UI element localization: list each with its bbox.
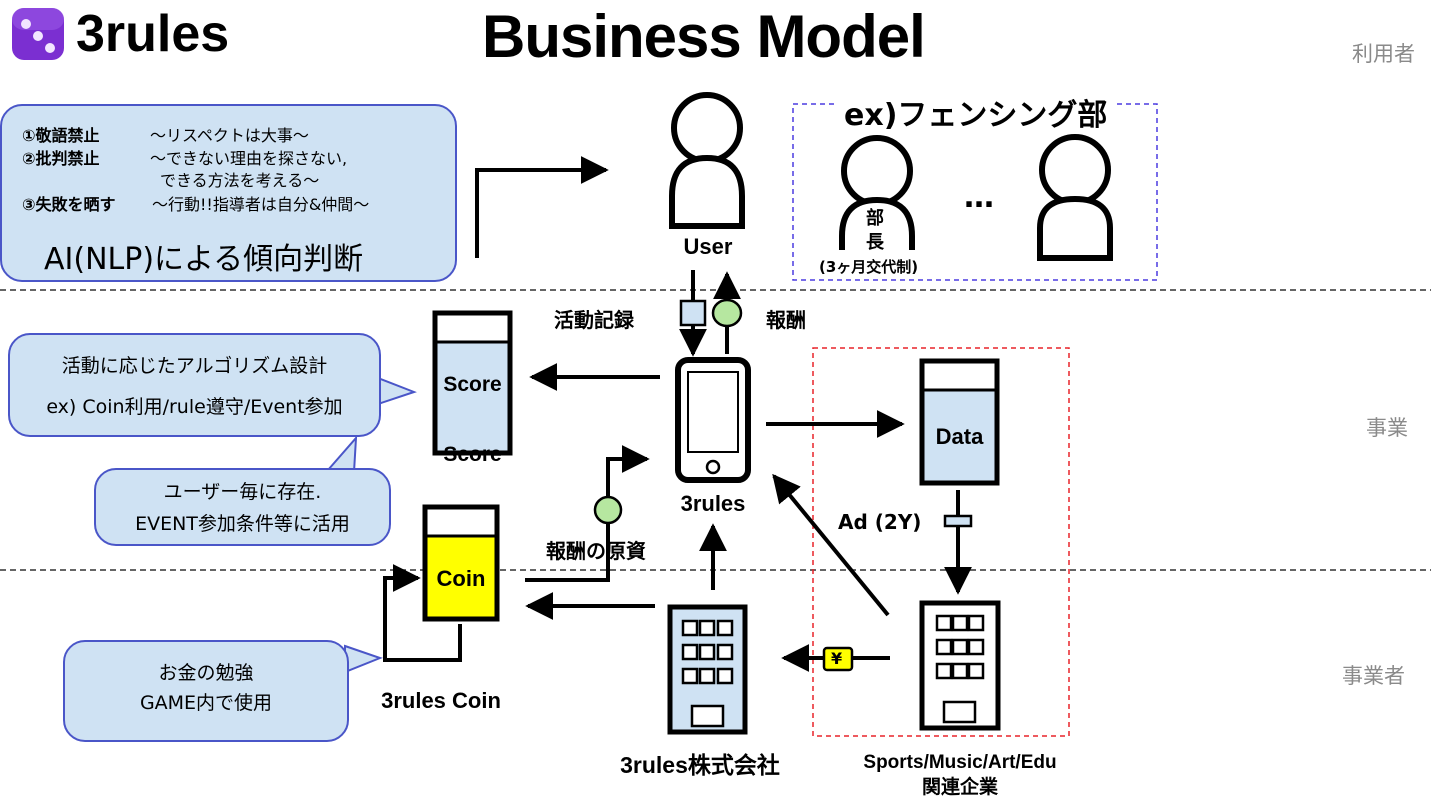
- coin-bubble-line1: お金の勉強: [158, 662, 254, 684]
- existence-bubble-tail: [325, 435, 358, 474]
- score-caption: Score: [443, 443, 502, 466]
- ad-token-icon: [943, 514, 973, 528]
- ai-nlp-label: AI(NLP)による傾向判断: [44, 242, 364, 277]
- partners-label-line2: 関連企業: [921, 777, 998, 798]
- zone-label-business: 事業: [1366, 416, 1408, 440]
- club-title: ex)フェンシング部: [838, 90, 1114, 134]
- coin-container-icon: [422, 504, 500, 622]
- rule-1-desc: 〜リスペクトは大事〜: [150, 126, 309, 145]
- partner-building-icon: [919, 600, 1001, 731]
- club-leader-label-2: 長: [866, 232, 884, 253]
- company-building-icon: [667, 604, 748, 735]
- rule-3-name: ③失敗を晒す: [22, 195, 116, 214]
- club-ellipsis: …: [964, 180, 994, 215]
- app-label: 3rules: [680, 491, 746, 516]
- activity-record-label: 活動記録: [554, 308, 634, 332]
- reward-source-label: 報酬の原資: [546, 539, 646, 563]
- rule-1-name: ①敬語禁止: [22, 126, 100, 145]
- score-bubble-line2: ex) Coin利用/rule遵守/Event参加: [46, 396, 343, 418]
- coin-bubble-line2: GAME内で使用: [139, 692, 273, 714]
- page-title: Business Model: [482, 3, 926, 70]
- smartphone-icon: [675, 357, 751, 483]
- dice-logo-icon: [12, 8, 64, 60]
- existence-bubble: ユーザー毎に存在. EVENT参加条件等に活用: [94, 468, 391, 546]
- user-label: User: [683, 234, 733, 259]
- club-leader-label-1: 部: [866, 208, 884, 229]
- zone-label-users: 利用者: [1352, 42, 1415, 66]
- ad-label: Ad (2Y): [838, 510, 922, 534]
- data-container-icon: [919, 358, 1000, 486]
- arrow-rules-to-user: [475, 156, 609, 258]
- score-bubble-tail: [377, 376, 417, 406]
- score-bubble-line1: 活動に応じたアルゴリズム設計: [61, 355, 328, 377]
- reward-source-token-icon: [593, 495, 623, 525]
- rule-2-desc-cont: できる方法を考える〜: [160, 171, 320, 190]
- club-member-person-icon: [1037, 134, 1113, 261]
- rule-3-desc: 〜行動!!指導者は自分&仲間〜: [152, 195, 370, 214]
- coin-bubble: お金の勉強 GAME内で使用: [63, 640, 349, 742]
- existence-bubble-line1: ユーザー毎に存在.: [163, 481, 322, 503]
- reward-label: 報酬: [766, 308, 806, 332]
- score-bubble: 活動に応じたアルゴリズム設計 ex) Coin利用/rule遵守/Event参加: [8, 333, 381, 437]
- brand-name: 3rules: [76, 5, 230, 63]
- yen-label: ¥: [831, 649, 843, 668]
- coin-box-label: Coin: [436, 566, 486, 591]
- rule-2-name: ②批判禁止: [22, 149, 100, 168]
- activity-record-token-icon: [679, 299, 707, 327]
- coin-bubble-tail: [344, 644, 383, 674]
- partners-label: Sports/Music/Art/Edu 関連企業: [830, 750, 1090, 800]
- score-box-label: Score: [443, 373, 502, 396]
- rule-2-desc: 〜できない理由を探さない,: [150, 149, 348, 168]
- arrow-partners-to-app: [772, 473, 890, 617]
- existence-bubble-line2: EVENT参加条件等に活用: [135, 513, 350, 535]
- coin-caption: 3rules Coin: [381, 688, 501, 713]
- club-leader-note: (3ヶ月交代制): [819, 258, 919, 276]
- rules-bubble: ①敬語禁止 〜リスペクトは大事〜 ②批判禁止 〜できない理由を探さない, できる…: [0, 104, 457, 282]
- data-box-label: Data: [935, 424, 984, 449]
- zone-label-operators: 事業者: [1342, 664, 1405, 688]
- user-person-icon: [669, 92, 745, 229]
- company-label: 3rules株式会社: [620, 752, 780, 778]
- reward-token-icon: [711, 298, 743, 328]
- partners-label-line1: Sports/Music/Art/Edu: [863, 752, 1057, 773]
